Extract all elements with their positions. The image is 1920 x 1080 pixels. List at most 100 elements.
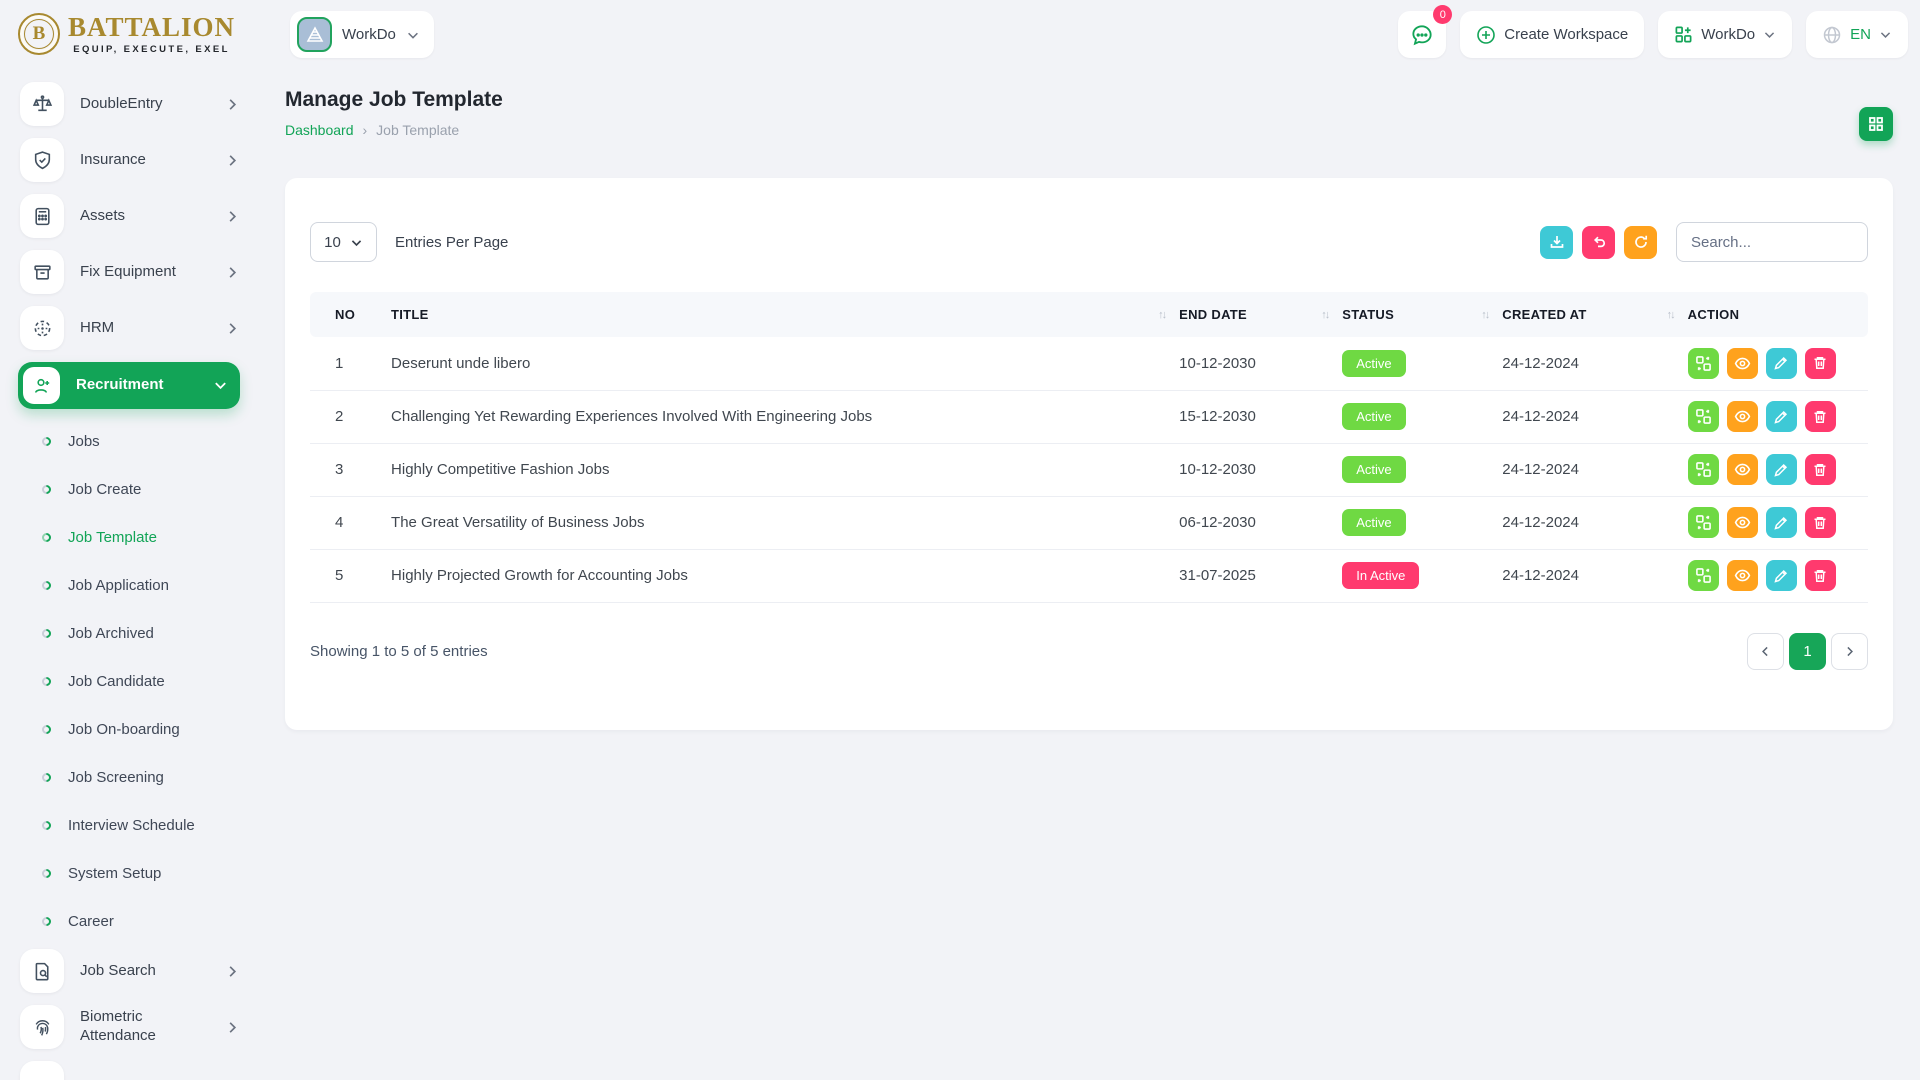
convert-button[interactable] [1688, 507, 1719, 538]
view-button[interactable] [1727, 454, 1758, 485]
edit-button[interactable] [1766, 507, 1797, 538]
sort-icon[interactable]: ↑↓ [1667, 309, 1674, 321]
cell-end-date: 10-12-2030 [1179, 443, 1342, 496]
page-1-button[interactable]: 1 [1789, 633, 1826, 670]
sidebar-item-job-search[interactable]: Job Search [20, 949, 240, 993]
sidebar-item-doubleentry[interactable]: DoubleEntry [20, 82, 240, 126]
topbar: B BATTALION EQUIP, EXECUTE, EXEL WorkDo … [0, 0, 1920, 70]
status-badge: Active [1342, 509, 1405, 536]
sidebar-subitem-job-create[interactable]: Job Create [0, 465, 255, 513]
sidebar-subitem-job-on-boarding[interactable]: Job On-boarding [0, 705, 255, 753]
workdo-apps-menu[interactable]: WorkDo [1658, 11, 1792, 58]
sort-icon[interactable]: ↑↓ [1158, 309, 1165, 321]
view-button[interactable] [1727, 507, 1758, 538]
status-badge: Active [1342, 403, 1405, 430]
sidebar: DoubleEntry Insurance Assets Fix Equipment H… [0, 70, 255, 1080]
edit-button[interactable] [1766, 401, 1797, 432]
delete-button[interactable] [1805, 560, 1836, 591]
sidebar-item-insurance[interactable]: Insurance [20, 138, 240, 182]
language-selector[interactable]: EN [1806, 11, 1908, 58]
column-header-title[interactable]: TITLE↑↓ [391, 292, 1179, 337]
sidebar-item-biometric-attendance[interactable]: Biometric Attendance [20, 1005, 240, 1049]
chat-badge: 0 [1433, 5, 1452, 24]
sidebar-subitem-interview-schedule[interactable]: Interview Schedule [0, 801, 255, 849]
sidebar-subitem-job-application[interactable]: Job Application [0, 561, 255, 609]
convert-button[interactable] [1688, 454, 1719, 485]
export-button[interactable] [1540, 226, 1573, 259]
breadcrumb-dashboard-link[interactable]: Dashboard [285, 122, 354, 138]
delete-button[interactable] [1805, 454, 1836, 485]
brand-logo: B BATTALION EQUIP, EXECUTE, EXEL [18, 13, 235, 55]
cell-no: 3 [310, 443, 391, 496]
sidebar-subitem-jobs[interactable]: Jobs [0, 417, 255, 465]
sort-icon[interactable]: ↑↓ [1321, 309, 1328, 321]
grid-plus-icon [1674, 25, 1693, 44]
sidebar-item-assets[interactable]: Assets [20, 194, 240, 238]
delete-button[interactable] [1805, 401, 1836, 432]
convert-button[interactable] [1688, 401, 1719, 432]
chevron-right-icon [225, 265, 240, 280]
create-workspace-button[interactable]: Create Workspace [1460, 11, 1644, 58]
workspace-selector[interactable]: WorkDo [290, 11, 434, 58]
cell-actions [1688, 390, 1868, 443]
sort-icon[interactable]: ↑↓ [1481, 309, 1488, 321]
sidebar-subitem-job-screening[interactable]: Job Screening [0, 753, 255, 801]
edit-button[interactable] [1766, 560, 1797, 591]
sidebar-subitem-label: System Setup [68, 865, 161, 882]
messenger-button[interactable]: 0 [1398, 11, 1446, 58]
sidebar-item-partial[interactable] [20, 1061, 240, 1080]
convert-button[interactable] [1688, 348, 1719, 379]
layout-grid-button[interactable] [1859, 107, 1893, 141]
sidebar-subitem-job-candidate[interactable]: Job Candidate [0, 657, 255, 705]
status-badge: Active [1342, 350, 1405, 377]
convert-button[interactable] [1688, 560, 1719, 591]
sidebar-subitem-job-archived[interactable]: Job Archived [0, 609, 255, 657]
eye-icon [1734, 514, 1751, 531]
undo-button[interactable] [1582, 226, 1615, 259]
delete-button[interactable] [1805, 348, 1836, 379]
undo-arrow-icon [1591, 234, 1607, 250]
sidebar-subitem-system-setup[interactable]: System Setup [0, 849, 255, 897]
view-button[interactable] [1727, 560, 1758, 591]
cell-title: Highly Projected Growth for Accounting J… [391, 549, 1179, 602]
sidebar-subitem-label: Job Template [68, 529, 157, 546]
page-title: Manage Job Template [285, 88, 503, 112]
sidebar-item-recruitment[interactable]: Recruitment [18, 362, 240, 409]
cell-actions [1688, 443, 1868, 496]
sidebar-item-hrm[interactable]: HRM [20, 306, 240, 350]
view-button[interactable] [1727, 401, 1758, 432]
column-header-status[interactable]: STATUS↑↓ [1342, 292, 1502, 337]
sidebar-subitem-label: Job Screening [68, 769, 164, 786]
brand-tagline: EQUIP, EXECUTE, EXEL [68, 44, 235, 55]
cell-created-at: 24-12-2024 [1502, 443, 1687, 496]
entries-per-page-label: Entries Per Page [395, 234, 508, 251]
bullet-icon [40, 627, 53, 640]
sidebar-subitem-career[interactable]: Career [0, 897, 255, 945]
sidebar-item-fix-equipment[interactable]: Fix Equipment [20, 250, 240, 294]
edit-button[interactable] [1766, 348, 1797, 379]
table-header: NOTITLE↑↓END DATE↑↓STATUS↑↓CREATED AT↑↓A… [310, 292, 1868, 337]
sidebar-subitem-job-template[interactable]: Job Template [0, 513, 255, 561]
delete-button[interactable] [1805, 507, 1836, 538]
search-input[interactable] [1676, 222, 1868, 262]
cell-no: 1 [310, 337, 391, 390]
column-header-end-date[interactable]: END DATE↑↓ [1179, 292, 1342, 337]
sidebar-item-label: Fix Equipment [80, 263, 209, 282]
convert-icon [1695, 461, 1712, 478]
cell-status: In Active [1342, 549, 1502, 602]
refresh-button[interactable] [1624, 226, 1657, 259]
previous-page-button[interactable] [1747, 633, 1784, 670]
plus-circle-icon [1476, 25, 1496, 45]
eye-icon [1734, 408, 1751, 425]
sidebar-item-label: Recruitment [76, 376, 197, 395]
chevron-down-icon [406, 28, 420, 42]
grid-icon [1868, 116, 1884, 132]
brand-logo-badge-icon: B [18, 13, 60, 55]
next-page-button[interactable] [1831, 633, 1868, 670]
column-header-created-at[interactable]: CREATED AT↑↓ [1502, 292, 1687, 337]
cell-created-at: 24-12-2024 [1502, 390, 1687, 443]
entries-per-page-select[interactable]: 10 [310, 222, 377, 262]
view-button[interactable] [1727, 348, 1758, 379]
convert-icon [1695, 408, 1712, 425]
edit-button[interactable] [1766, 454, 1797, 485]
